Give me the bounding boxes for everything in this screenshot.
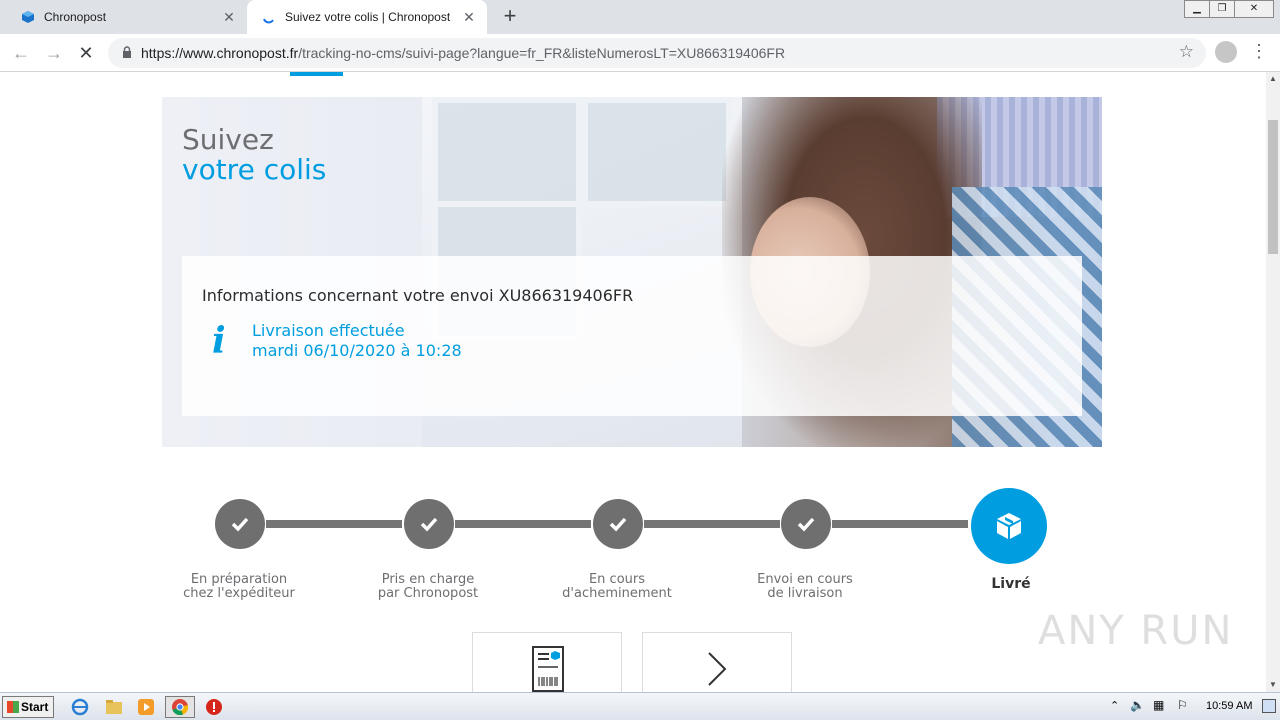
media-player-icon[interactable] (134, 696, 158, 718)
step-2-check-icon (404, 499, 454, 549)
lock-icon (123, 46, 131, 58)
tab-suivez-votre-colis[interactable]: Suivez votre colis | Chronopost ✕ (247, 0, 487, 34)
step-1-label: En préparation chez l'expéditeur (159, 573, 319, 601)
back-arrow-icon[interactable]: ← (10, 42, 32, 64)
hero-title-line1: Suivez (182, 123, 274, 156)
step-5-package-icon (971, 488, 1047, 564)
progress-connector (266, 520, 402, 528)
step-label-line: de livraison (767, 586, 843, 601)
step-2-label: Pris en charge par Chronopost (348, 573, 508, 601)
address-bar[interactable]: https://www.chronopost.fr/tracking-no-cm… (108, 38, 1206, 68)
progress-connector (455, 520, 591, 528)
show-hidden-icons-icon[interactable]: ⌃ (1110, 699, 1119, 712)
browser-toolbar: ← → ✕ https://www.chronopost.fr/tracking… (0, 34, 1280, 72)
shipment-info-title: Informations concernant votre envoi XU86… (202, 286, 634, 305)
info-icon: i (212, 320, 226, 362)
step-label-line: chez l'expéditeur (183, 586, 295, 601)
step-1-check-icon (215, 499, 265, 549)
document-card[interactable] (472, 632, 622, 692)
clock[interactable]: 10:59 AM (1206, 700, 1252, 712)
nav-active-underline (290, 72, 343, 76)
step-label-line: En préparation (190, 572, 288, 587)
restore-button[interactable]: ❐ (1209, 0, 1235, 18)
loading-spinner-icon (261, 9, 277, 25)
browser-tab-strip: Chronopost ✕ Suivez votre colis | Chrono… (0, 0, 1280, 34)
tab-chronopost[interactable]: Chronopost ✕ (0, 0, 247, 34)
url-path: /tracking-no-cms/suivi-page?langue=fr_FR… (298, 45, 786, 61)
scrollbar-thumb[interactable] (1268, 120, 1278, 254)
show-desktop-icon[interactable] (1262, 699, 1276, 713)
close-tab-icon[interactable]: ✕ (221, 9, 237, 25)
tab-title: Chronopost (44, 10, 107, 24)
step-label-line: En cours (588, 572, 646, 587)
stop-sign-icon[interactable] (202, 696, 226, 718)
internet-explorer-icon[interactable] (68, 696, 92, 718)
tab-title: Suivez votre colis | Chronopost (285, 10, 451, 24)
step-4-check-icon (781, 499, 831, 549)
stop-loading-icon[interactable]: ✕ (75, 42, 97, 64)
system-tray: ⌃ 🔈 ▦ ⚐ (1100, 693, 1280, 720)
step-label-line: d'acheminement (562, 586, 672, 601)
url-text: https://www.chronopost.fr/tracking-no-cm… (141, 45, 785, 61)
windows-flag-icon (7, 701, 19, 713)
chronopost-favicon-icon (20, 9, 36, 25)
bookmark-star-icon[interactable]: ☆ (1179, 42, 1194, 62)
action-center-flag-icon[interactable]: ⚐ (1177, 698, 1188, 712)
forward-arrow-icon[interactable]: → (43, 42, 65, 64)
speaker-icon[interactable]: 🔈 (1130, 698, 1145, 712)
chevron-right-icon (708, 652, 727, 686)
scroll-down-arrow-icon[interactable]: ▼ (1266, 678, 1280, 692)
step-label-line: par Chronopost (377, 586, 479, 601)
hero-title-line2: votre colis (182, 153, 327, 186)
windows-taskbar: Start ⌃ 🔈 ▦ ⚐ 10:59 AM (0, 692, 1280, 720)
watermark: ANY RUN (1038, 608, 1234, 654)
shipping-label-icon (532, 646, 564, 692)
step-3-check-icon (593, 499, 643, 549)
minimize-button[interactable]: ▁ (1184, 0, 1210, 18)
chrome-icon[interactable] (165, 696, 195, 718)
page-viewport: Suivez votre colis Informations concerna… (0, 72, 1266, 692)
menu-kebab-icon[interactable]: ⋮ (1250, 42, 1268, 62)
page-scrollbar[interactable]: ▲ ▼ (1266, 72, 1280, 692)
url-domain: https://www.chronopost.fr (141, 45, 299, 61)
start-label: Start (21, 700, 49, 714)
delivery-status: Livraison effectuée (252, 321, 405, 340)
window-pane (432, 97, 582, 207)
delivery-date: mardi 06/10/2020 à 10:28 (252, 341, 462, 360)
network-icon[interactable]: ▦ (1153, 698, 1164, 712)
step-label-line: Pris en charge (381, 572, 475, 587)
close-window-button[interactable]: ✕ (1234, 0, 1274, 18)
progress-connector (644, 520, 780, 528)
step-5-label: Livré (991, 576, 1031, 592)
next-card[interactable] (642, 632, 792, 692)
profile-avatar-icon[interactable] (1215, 41, 1237, 63)
step-4-label: Envoi en cours de livraison (725, 573, 885, 601)
file-explorer-icon[interactable] (102, 696, 126, 718)
close-tab-icon[interactable]: ✕ (461, 9, 477, 25)
window-pane (582, 97, 732, 207)
new-tab-button[interactable]: + (498, 5, 522, 29)
scroll-up-arrow-icon[interactable]: ▲ (1266, 72, 1280, 86)
progress-connector (832, 520, 968, 528)
hero-banner: Suivez votre colis Informations concerna… (162, 97, 1102, 447)
step-3-label: En cours d'acheminement (537, 573, 697, 601)
shipment-info-box: Informations concernant votre envoi XU86… (182, 256, 1082, 416)
step-label-line: Envoi en cours (757, 572, 853, 587)
start-button[interactable]: Start (2, 696, 54, 718)
